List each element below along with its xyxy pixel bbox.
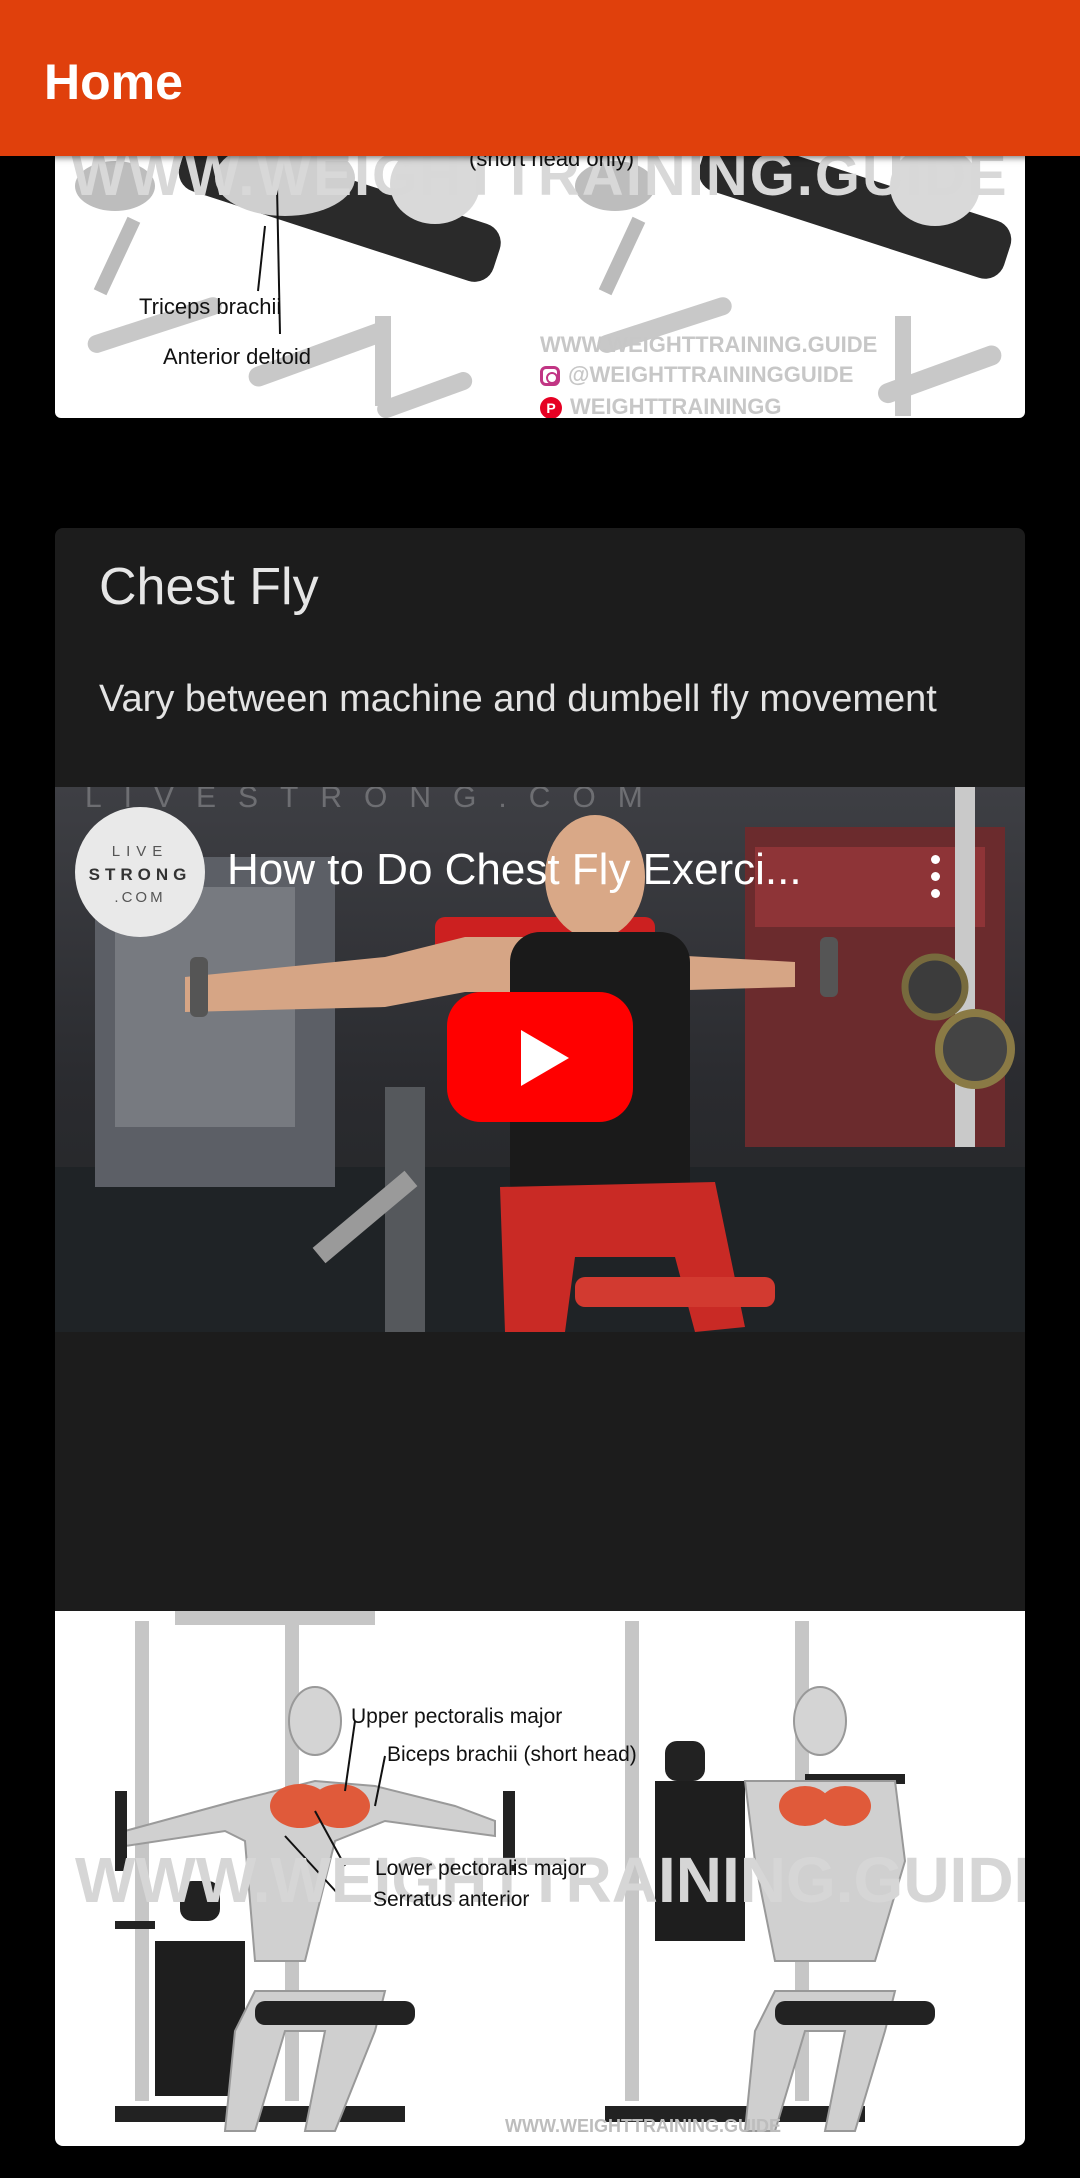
- muscle-label: Serratus anterior: [373, 1888, 530, 1911]
- chest-fly-diagram[interactable]: WWW.WEIGHTTRAINING.GUIDE Upper pectorali…: [55, 1611, 1025, 2146]
- youtube-video-player[interactable]: LIVESTRONG.COM LIVE STRONG .COM How to D…: [55, 787, 1025, 1332]
- pinterest-icon: P: [540, 397, 562, 418]
- previous-exercise-diagram[interactable]: WWW.WEIGHTTRAINING.GUIDE (short head onl…: [55, 156, 1025, 418]
- logo-line: .COM: [114, 889, 166, 906]
- site-credit: WWW.WEIGHTTRAINING.GUIDE: [505, 2116, 781, 2136]
- video-watermark: LIVESTRONG.COM: [85, 787, 665, 814]
- exercise-card[interactable]: Chest Fly Vary between machine and dumbe…: [55, 528, 1025, 2146]
- muscle-label: (short head only): [469, 156, 635, 171]
- channel-avatar[interactable]: LIVE STRONG .COM: [75, 807, 205, 937]
- page-title: Home: [44, 54, 183, 110]
- muscle-label: Triceps brachii: [139, 294, 282, 319]
- youtube-play-icon[interactable]: [447, 992, 633, 1122]
- app-bar: Home: [0, 0, 1080, 156]
- pinterest-credit: P WEIGHTTRAININGG: [540, 394, 781, 418]
- muscle-label: Biceps brachii (short head): [387, 1743, 637, 1766]
- card-spacer: [55, 1332, 1025, 1611]
- logo-line: LIVE: [111, 843, 169, 860]
- exercise-title: Chest Fly: [99, 558, 319, 616]
- muscle-label: Lower pectoralis major: [375, 1857, 587, 1880]
- exercise-description: Vary between machine and dumbell fly mov…: [99, 678, 937, 720]
- video-title[interactable]: How to Do Chest Fly Exerci...: [227, 845, 907, 895]
- instagram-credit: @WEIGHTTRAININGGUIDE: [540, 362, 853, 388]
- site-credit: WWW.WEIGHTTRAINING.GUIDE: [540, 332, 878, 357]
- more-vert-icon[interactable]: [915, 847, 955, 907]
- logo-line: STRONG: [88, 865, 192, 884]
- muscle-label: Anterior deltoid: [163, 344, 311, 369]
- muscle-label: Upper pectoralis major: [351, 1705, 563, 1728]
- instagram-icon: [540, 366, 560, 387]
